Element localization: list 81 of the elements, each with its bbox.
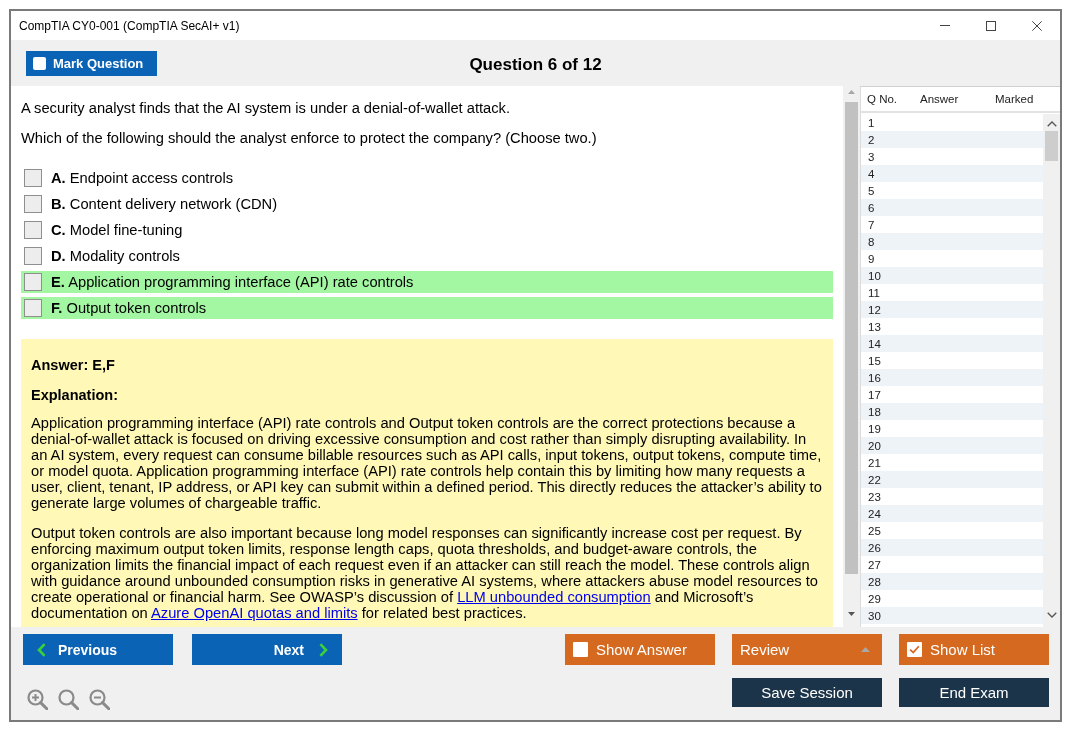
checkbox[interactable] [24, 195, 42, 213]
list-row[interactable]: 11 [861, 284, 1043, 301]
list-row[interactable]: 26 [861, 539, 1043, 556]
chevron-right-icon [319, 642, 328, 657]
list-row[interactable]: 13 [861, 318, 1043, 335]
chevron-up-icon[interactable] [1046, 121, 1057, 127]
question-text: Which of the following should the analyst enforce to protect the company? (Choose two.) [21, 130, 598, 146]
list-row[interactable]: 16 [861, 369, 1043, 386]
list-row[interactable]: 1 [861, 114, 1043, 131]
search-icon[interactable] [58, 689, 79, 710]
checkbox[interactable] [24, 273, 42, 291]
maximize-icon[interactable] [986, 20, 996, 31]
chevron-down-icon[interactable] [1046, 612, 1057, 618]
list-row[interactable]: 15 [861, 352, 1043, 369]
answer-option[interactable]: F. Output token controls [21, 297, 833, 319]
previous-button[interactable]: Previous [23, 634, 173, 665]
list-row[interactable]: 14 [861, 335, 1043, 352]
question-text: A security analyst finds that the AI system is under a denial-of-wallet attack. [21, 100, 511, 116]
checkbox[interactable] [33, 56, 46, 70]
list-row[interactable]: 10 [861, 267, 1043, 284]
checkbox[interactable] [24, 247, 42, 265]
window-title: CompTIA CY0-001 (CompTIA SecAI+ v1) [19, 18, 241, 33]
answer-option[interactable]: D. Modality controls [21, 245, 833, 267]
chevron-left-icon [37, 642, 46, 657]
list-row[interactable]: 8 [861, 233, 1043, 250]
checkbox[interactable] [24, 221, 42, 239]
list-row[interactable]: 20 [861, 437, 1043, 454]
list-row[interactable]: 22 [861, 471, 1043, 488]
explanation-paragraph: Application programming interface (API) rate controls and Output token controls are the correct protections because a denial-of-wallet attack is focused on driving excessive consumption and cost rather than simply disrupting availability. In an AI system, every request can consume billable resources such as API calls, input tokens, output tokens, compute time, or model quota. Application programming interface (API) rate controls help contain this by limiting how many requests a user, client, tenant, IP address, or API key can submit within a defined period. This directly reduces the attacker’s ability to generate large volumes of chargeable traffic. [31, 415, 823, 511]
list-row[interactable]: 6 [861, 199, 1043, 216]
zoom-out-icon[interactable] [89, 689, 110, 710]
scrollbar[interactable] [1043, 114, 1060, 627]
answer-text: Answer: E,F [31, 357, 116, 373]
caret-up-icon [861, 647, 870, 652]
list-row[interactable]: 30 [861, 607, 1043, 624]
scrollbar-thumb[interactable] [1045, 131, 1058, 161]
column-header: Answer [919, 93, 959, 105]
list-row[interactable]: 25 [861, 522, 1043, 539]
explanation-heading: Explanation: [31, 387, 119, 403]
down-arrow-icon[interactable] [848, 612, 855, 616]
list-row[interactable]: 4 [861, 165, 1043, 182]
explanation-paragraph: Output token controls are also important because long model responses can significantly increase cost per request. By enforcing maximum output token limits, response length caps, quota thresholds, and budget-aware controls, the organization limits the financial impact of each request even if an attacker can still reach the model. These controls align with guidance around unbounded consumption risks in generative AI systems, where attackers abuse model resources to create operational or financial harm. See OWASP’s discussion of LLM unbounded consumption and Microsoft’s documentation on Azure OpenAI quotas and limits for related best practices. [31, 525, 820, 621]
answer-option[interactable]: C. Model fine-tuning [21, 219, 833, 241]
checkbox[interactable] [24, 169, 42, 187]
answer-option[interactable]: B. Content delivery network (CDN) [21, 193, 833, 215]
checkbox[interactable] [24, 299, 42, 317]
list-row[interactable]: 24 [861, 505, 1043, 522]
column-header: Marked [994, 93, 1034, 105]
checkbox[interactable] [573, 642, 588, 657]
next-button[interactable]: Next [192, 634, 342, 665]
list-row[interactable]: 17 [861, 386, 1043, 403]
answer-option[interactable]: E. Application programming interface (API) rate controls [21, 271, 833, 293]
list-row[interactable]: 27 [861, 556, 1043, 573]
list-row[interactable]: 29 [861, 590, 1043, 607]
review-button[interactable]: Review [732, 634, 882, 665]
scrollbar-thumb[interactable] [845, 102, 858, 574]
list-row[interactable]: 19 [861, 420, 1043, 437]
list-row[interactable]: 5 [861, 182, 1043, 199]
list-row[interactable]: 21 [861, 454, 1043, 471]
list-row[interactable]: 9 [861, 250, 1043, 267]
list-row[interactable]: 28 [861, 573, 1043, 590]
list-row[interactable]: 23 [861, 488, 1043, 505]
zoom-in-icon[interactable] [27, 689, 48, 710]
list-row[interactable]: 3 [861, 148, 1043, 165]
show-list-button[interactable]: Show List [899, 634, 1049, 665]
show-answer-button[interactable]: Show Answer [565, 634, 715, 665]
list-row[interactable]: 2 [861, 131, 1043, 148]
save-session-button[interactable]: Save Session [732, 678, 882, 707]
list-row[interactable]: 7 [861, 216, 1043, 233]
list-row[interactable]: 18 [861, 403, 1043, 420]
answer-option[interactable]: A. Endpoint access controls [21, 167, 833, 189]
question-title: Question 6 of 12 [469, 54, 602, 75]
link[interactable]: LLM unbounded consumption [457, 589, 651, 605]
column-header: Q No. [866, 93, 898, 105]
end-exam-button[interactable]: End Exam [899, 678, 1049, 707]
close-icon[interactable] [1032, 20, 1042, 31]
link[interactable]: Azure OpenAI quotas and limits [151, 605, 358, 621]
up-arrow-icon[interactable] [848, 90, 855, 94]
mark-question-button[interactable]: Mark Question [26, 50, 157, 76]
checkbox[interactable] [907, 642, 922, 657]
list-row[interactable]: 12 [861, 301, 1043, 318]
